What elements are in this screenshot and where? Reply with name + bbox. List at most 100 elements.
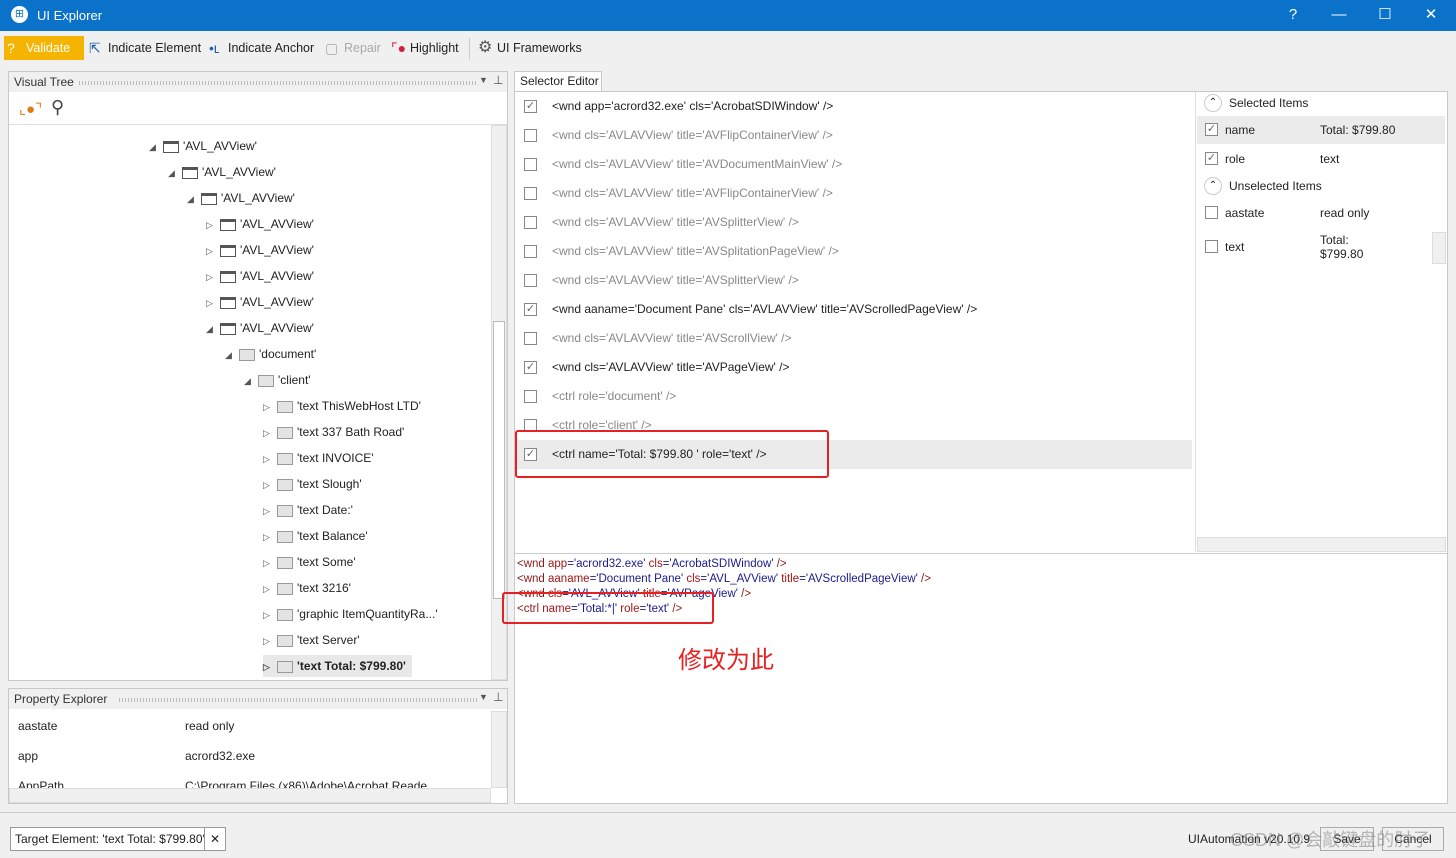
- tree-node[interactable]: ◢ 'client': [244, 369, 311, 391]
- selector-node-row[interactable]: <wnd cls='AVLAVView' title='AVScrollView…: [516, 324, 1192, 353]
- help-button[interactable]: ?: [1270, 0, 1316, 31]
- tree-node[interactable]: ▷ 'text 3216': [263, 577, 351, 599]
- validate-button[interactable]: ? Validate: [4, 36, 84, 60]
- checkbox[interactable]: [524, 216, 537, 229]
- collapsed-arrow-icon[interactable]: ▷: [206, 240, 220, 262]
- property-hscrollbar[interactable]: [9, 788, 491, 803]
- collapsed-arrow-icon[interactable]: ▷: [263, 630, 277, 652]
- selector-node-row[interactable]: <wnd cls='AVLAVView' title='AVDocumentMa…: [516, 150, 1192, 179]
- collapsed-arrow-icon[interactable]: ▷: [263, 656, 277, 678]
- checkbox[interactable]: [524, 187, 537, 200]
- search-icon[interactable]: ⚲: [51, 97, 64, 118]
- tree-node[interactable]: ◢ 'AVL_AVView': [206, 317, 314, 339]
- checkbox[interactable]: [1205, 206, 1218, 219]
- selector-node-row[interactable]: ✓ <wnd app='acrord32.exe' cls='AcrobatSDI…: [516, 92, 1192, 121]
- tree-node[interactable]: ▷ 'text Balance': [263, 525, 368, 547]
- expanded-arrow-icon[interactable]: ◢: [206, 318, 220, 340]
- tree-node[interactable]: ▷ 'text Total: $799.80': [263, 655, 412, 677]
- checkbox[interactable]: [524, 245, 537, 258]
- tree-node[interactable]: ▷ 'AVL_AVView': [206, 213, 314, 235]
- checkbox[interactable]: ✓: [1205, 123, 1218, 136]
- tree-node[interactable]: ▷ 'graphic ItemQuantityRa...': [263, 603, 438, 625]
- expanded-arrow-icon[interactable]: ◢: [149, 136, 163, 158]
- collapsed-arrow-icon[interactable]: ▷: [263, 422, 277, 444]
- attribute-row[interactable]: text Total: $799.80: [1197, 233, 1445, 261]
- tree-node[interactable]: ▷ 'text ThisWebHost LTD': [263, 395, 421, 417]
- expanded-arrow-icon[interactable]: ◢: [225, 344, 239, 366]
- expanded-arrow-icon[interactable]: ◢: [168, 162, 182, 184]
- indicate-element-button[interactable]: ⇱ Indicate Element: [86, 36, 201, 60]
- tab-selector-editor[interactable]: Selector Editor: [514, 71, 602, 92]
- checkbox[interactable]: ✓: [524, 361, 537, 374]
- tree-node[interactable]: ▷ 'text INVOICE': [263, 447, 374, 469]
- pin-icon[interactable]: ⊥: [493, 690, 503, 704]
- selector-node-row[interactable]: <ctrl role='document' />: [516, 382, 1192, 411]
- collapsed-arrow-icon[interactable]: ▷: [263, 448, 277, 470]
- indicate-anchor-button[interactable]: •ʟ Indicate Anchor: [206, 36, 314, 60]
- pin-icon[interactable]: ⊥: [493, 73, 503, 87]
- checkbox[interactable]: [524, 390, 537, 403]
- collapsed-arrow-icon[interactable]: ▷: [263, 474, 277, 496]
- tree-node[interactable]: ▷ 'AVL_AVView': [206, 239, 314, 261]
- tree-node[interactable]: ▷ 'text Some': [263, 551, 356, 573]
- checkbox[interactable]: ✓: [1205, 152, 1218, 165]
- tree-node[interactable]: ▷ 'text Date:': [263, 499, 353, 521]
- scroll-thumb[interactable]: [493, 321, 505, 599]
- chevron-up-icon[interactable]: ⌃: [1204, 177, 1222, 195]
- property-vscrollbar[interactable]: [491, 711, 507, 788]
- attribute-row[interactable]: ✓ role text: [1197, 145, 1445, 173]
- collapsed-arrow-icon[interactable]: ▷: [206, 292, 220, 314]
- dropdown-icon[interactable]: ▼: [479, 692, 488, 702]
- tree-node[interactable]: ◢ 'AVL_AVView': [168, 161, 276, 183]
- collapsed-arrow-icon[interactable]: ▷: [263, 500, 277, 522]
- checkbox[interactable]: [524, 158, 537, 171]
- collapsed-arrow-icon[interactable]: ▷: [206, 266, 220, 288]
- collapsed-arrow-icon[interactable]: ▷: [263, 396, 277, 418]
- attribute-row[interactable]: ✓ name Total: $799.80: [1197, 116, 1445, 144]
- selector-node-row[interactable]: <wnd cls='AVLAVView' title='AVFlipContai…: [516, 121, 1192, 150]
- maximize-button[interactable]: ☐: [1362, 0, 1408, 31]
- selector-node-row[interactable]: <wnd cls='AVLAVView' title='AVSplitterVi…: [516, 208, 1192, 237]
- selector-node-row[interactable]: ✓ <wnd cls='AVLAVView' title='AVPageView'…: [516, 353, 1192, 382]
- repair-button[interactable]: ▢ Repair: [322, 36, 381, 60]
- close-button[interactable]: ✕: [1408, 0, 1454, 31]
- dropdown-icon[interactable]: ▼: [479, 75, 488, 85]
- tree-node[interactable]: ▷ 'AVL_AVView': [206, 265, 314, 287]
- expanded-arrow-icon[interactable]: ◢: [244, 370, 258, 392]
- collapsed-arrow-icon[interactable]: ▷: [263, 526, 277, 548]
- attribute-hscrollbar[interactable]: [1197, 537, 1446, 552]
- collapsed-arrow-icon[interactable]: ▷: [263, 604, 277, 626]
- checkbox[interactable]: [524, 129, 537, 142]
- tree-node[interactable]: ▷ 'text 337 Bath Road': [263, 421, 404, 443]
- selector-node-row[interactable]: <wnd cls='AVLAVView' title='AVSplitation…: [516, 237, 1192, 266]
- checkbox[interactable]: [524, 274, 537, 287]
- tree-node[interactable]: ▷ 'text Slough': [263, 473, 362, 495]
- tree-node[interactable]: ◢ 'document': [225, 343, 316, 365]
- checkbox[interactable]: ✓: [524, 100, 537, 113]
- expanded-arrow-icon[interactable]: ◢: [187, 188, 201, 210]
- highlight-node-icon[interactable]: ⌞●⌝: [19, 100, 42, 118]
- highlight-button[interactable]: ⌜● Highlight: [388, 36, 459, 60]
- collapsed-arrow-icon[interactable]: ▷: [263, 578, 277, 600]
- tree-node-label: 'AVL_AVView': [240, 269, 314, 283]
- selector-node-row[interactable]: ✓ <wnd aaname='Document Pane' cls='AVLAVV…: [516, 295, 1192, 324]
- tree-node[interactable]: ◢ 'AVL_AVView': [149, 135, 257, 157]
- attribute-vscrollbar[interactable]: [1432, 232, 1446, 264]
- checkbox[interactable]: [1205, 240, 1218, 253]
- collapsed-arrow-icon[interactable]: ▷: [263, 552, 277, 574]
- tree-node[interactable]: ◢ 'AVL_AVView': [187, 187, 295, 209]
- clear-target-button[interactable]: ✕: [204, 827, 226, 851]
- tree-node-label: 'text Server': [297, 633, 360, 647]
- tree-node[interactable]: ▷ 'text Server': [263, 629, 360, 651]
- selector-node-row[interactable]: <wnd cls='AVLAVView' title='AVFlipContai…: [516, 179, 1192, 208]
- checkbox[interactable]: ✓: [524, 303, 537, 316]
- chevron-up-icon[interactable]: ⌃: [1204, 94, 1222, 112]
- toolbar-divider: [469, 38, 470, 60]
- checkbox[interactable]: [524, 332, 537, 345]
- selector-node-row[interactable]: <wnd cls='AVLAVView' title='AVSplitterVi…: [516, 266, 1192, 295]
- minimize-button[interactable]: —: [1316, 0, 1362, 31]
- attribute-row[interactable]: aastate read only: [1197, 199, 1445, 227]
- ui-frameworks-button[interactable]: ⚙ UI Frameworks: [475, 36, 582, 60]
- tree-node[interactable]: ▷ 'AVL_AVView': [206, 291, 314, 313]
- collapsed-arrow-icon[interactable]: ▷: [206, 214, 220, 236]
